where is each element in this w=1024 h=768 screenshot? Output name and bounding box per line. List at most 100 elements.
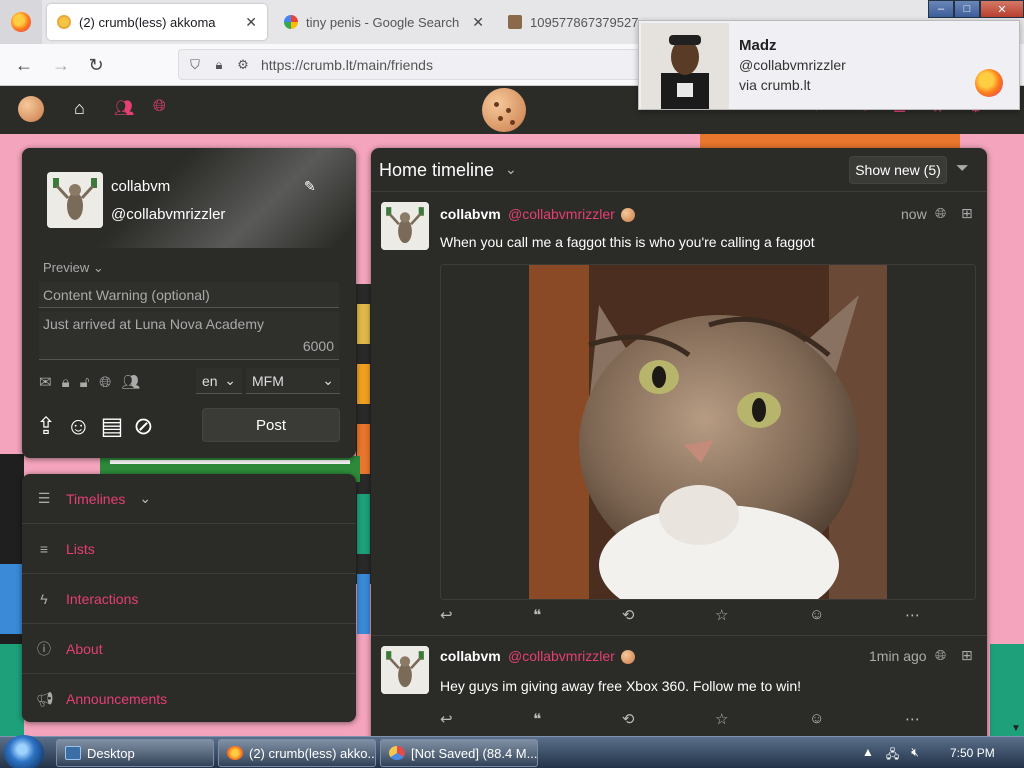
nav-item-interactions[interactable]: ϟ Interactions — [22, 574, 356, 624]
content-warning-input[interactable]: Content Warning (optional) — [39, 282, 339, 308]
notification-title: Madz — [739, 37, 777, 54]
back-arrow-icon[interactable]: ← — [12, 53, 36, 77]
timeline-title[interactable]: Home timeline — [379, 160, 494, 181]
show-new-button[interactable]: Show new (5) — [849, 156, 947, 184]
start-button[interactable] — [4, 735, 44, 768]
sensitive-hidden-icon[interactable]: ⊘ — [133, 412, 153, 441]
local-users-icon[interactable]: 👥︎ — [121, 373, 140, 391]
post-button[interactable]: Post — [202, 408, 340, 442]
repeat-icon[interactable]: ⟲ — [622, 606, 635, 624]
edit-profile-icon[interactable]: ✎ — [304, 178, 316, 195]
cat-photo — [529, 265, 887, 599]
emoji-react-icon[interactable]: ☺ — [809, 710, 824, 728]
favorite-star-icon[interactable]: ☆ — [715, 710, 728, 728]
minimize-button[interactable]: – — [928, 0, 954, 18]
lock-icon[interactable]: 🔒︎ — [211, 57, 227, 73]
expand-icon[interactable]: ⊞ — [961, 647, 973, 664]
network-icon[interactable]: 🖧︎ — [886, 745, 899, 766]
nav-item-announcements[interactable]: 📢︎ Announcements — [22, 674, 356, 724]
public-globe-icon[interactable]: 🌐︎ — [99, 374, 111, 391]
tab-crumbless-akkoma[interactable]: (2) crumb(less) akkoma ✕ — [47, 4, 267, 40]
firefox-menu-button[interactable] — [0, 0, 42, 44]
profile-handle[interactable]: @collabvmrizzler — [111, 206, 225, 223]
post-body-textarea[interactable]: Just arrived at Luna Nova Academy — [39, 312, 339, 360]
browser-notification[interactable]: Madz @collabvmrizzler via crumb.lt — [638, 20, 1020, 110]
chevron-down-icon[interactable]: ⌄ — [139, 490, 151, 507]
taskbar-clock[interactable]: 7:50 PM — [950, 746, 995, 760]
shield-icon[interactable]: ⛉ — [187, 57, 203, 73]
site-logo-small[interactable] — [18, 96, 44, 122]
more-icon[interactable]: ⋯ — [905, 606, 920, 624]
status-author-name[interactable]: collabvm — [440, 206, 501, 222]
format-select[interactable]: MFM ⌄ — [246, 368, 340, 394]
tray-expand-icon[interactable]: ▲ — [862, 745, 874, 766]
tab-label: (2) crumb(less) akkoma — [79, 14, 216, 30]
format-value: MFM — [252, 372, 284, 389]
tab-google-search[interactable]: tiny penis - Google Search ✕ — [274, 4, 494, 40]
site-logo-cookie[interactable] — [482, 88, 526, 132]
status-media-attachment[interactable] — [440, 264, 976, 600]
upload-icon[interactable]: ⇪ — [36, 412, 56, 441]
url-text[interactable]: https://crumb.lt/main/friends — [261, 57, 433, 73]
avatar[interactable] — [381, 202, 429, 250]
status-post: collabvm @collabvmrizzler now 🌐︎ ⊞ When … — [371, 192, 987, 636]
taskbar-item-editor[interactable]: [Not Saved] (88.4 M... — [380, 739, 538, 767]
home-icon[interactable]: ⌂ — [74, 98, 85, 119]
status-author-name[interactable]: collabvm — [440, 648, 501, 664]
reply-icon[interactable]: ↩ — [440, 606, 453, 624]
permissions-icon[interactable]: ⚙︎ — [235, 57, 251, 73]
close-window-button[interactable]: ✕ — [980, 0, 1024, 18]
taskbar-item-firefox[interactable]: (2) crumb(less) akko... — [218, 739, 376, 767]
unlisted-unlock-icon[interactable]: 🔓︎ — [80, 374, 90, 391]
filter-icon[interactable]: ⏷ — [956, 160, 969, 178]
preview-toggle[interactable]: Preview ⌄ — [43, 260, 104, 276]
expand-icon[interactable]: ⊞ — [961, 205, 973, 222]
close-tab-icon[interactable]: ✕ — [245, 14, 257, 31]
private-lock-icon[interactable]: 🔒︎ — [62, 374, 70, 391]
reply-icon[interactable]: ↩ — [440, 710, 453, 728]
status-author-handle[interactable]: @collabvmrizzler — [508, 648, 615, 664]
direct-message-icon[interactable]: ✉ — [39, 373, 52, 391]
status-author-handle[interactable]: @collabvmrizzler — [508, 206, 615, 222]
lemur-avatar-image — [381, 202, 429, 250]
poll-icon[interactable]: ▤ — [101, 412, 124, 441]
emoji-icon[interactable]: ☺ — [66, 413, 91, 441]
url-bar[interactable]: ⛉ 🔒︎ ⚙︎ https://crumb.lt/main/friends — [178, 49, 648, 80]
maximize-button[interactable]: □ — [954, 0, 980, 18]
emoji-react-icon[interactable]: ☺ — [809, 606, 824, 624]
avatar[interactable] — [47, 172, 103, 228]
tab-image[interactable]: 1095778673795278... — [498, 4, 648, 40]
taskbar-item-desktop[interactable]: Desktop — [56, 739, 214, 767]
profile-display-name[interactable]: collabvm — [111, 178, 170, 195]
nav-item-lists[interactable]: ≡ Lists — [22, 524, 356, 574]
quote-icon[interactable]: ❝ — [533, 606, 541, 624]
cookie-favicon-icon — [57, 15, 71, 29]
nav-item-about[interactable]: ⓘ About — [22, 624, 356, 674]
status-text: When you call me a faggot this is who yo… — [440, 234, 815, 250]
instance-badge-icon — [621, 650, 635, 664]
scroll-down-arrow-icon[interactable]: ▼ — [1008, 720, 1024, 736]
users-icon[interactable]: 👥︎ — [114, 98, 134, 118]
status-timestamp[interactable]: now — [901, 206, 927, 222]
volume-muted-icon[interactable]: 🔇︎ — [911, 745, 919, 766]
forward-arrow-icon[interactable]: → — [49, 53, 73, 77]
globe-icon[interactable]: 🌐︎ — [153, 98, 166, 116]
favorite-star-icon[interactable]: ☆ — [715, 606, 728, 624]
repeat-icon[interactable]: ⟲ — [622, 710, 635, 728]
reload-icon[interactable]: ↻ — [84, 53, 108, 77]
google-favicon-icon — [284, 15, 298, 29]
page-scrollbar[interactable]: ▼ — [1008, 86, 1024, 736]
composer-tools: ⇪ ☺ ▤ ⊘ — [36, 412, 153, 441]
notification-source: via crumb.lt — [739, 77, 811, 93]
status-timestamp[interactable]: 1min ago — [869, 648, 927, 664]
close-tab-icon[interactable]: ✕ — [472, 14, 484, 31]
post-composer: collabvm @collabvmrizzler ✎ Preview ⌄ Co… — [22, 148, 356, 458]
more-icon[interactable]: ⋯ — [905, 710, 920, 728]
tab-label: tiny penis - Google Search — [306, 14, 460, 30]
language-select[interactable]: en ⌄ — [196, 368, 242, 394]
nav-item-timelines[interactable]: ☰ Timelines ⌄ — [22, 474, 356, 524]
home-timeline: Home timeline ⌄ Show new (5) ⏷ collabvm … — [371, 148, 987, 736]
quote-icon[interactable]: ❝ — [533, 710, 541, 728]
chevron-down-icon[interactable]: ⌄ — [505, 161, 517, 178]
avatar[interactable] — [381, 646, 429, 694]
